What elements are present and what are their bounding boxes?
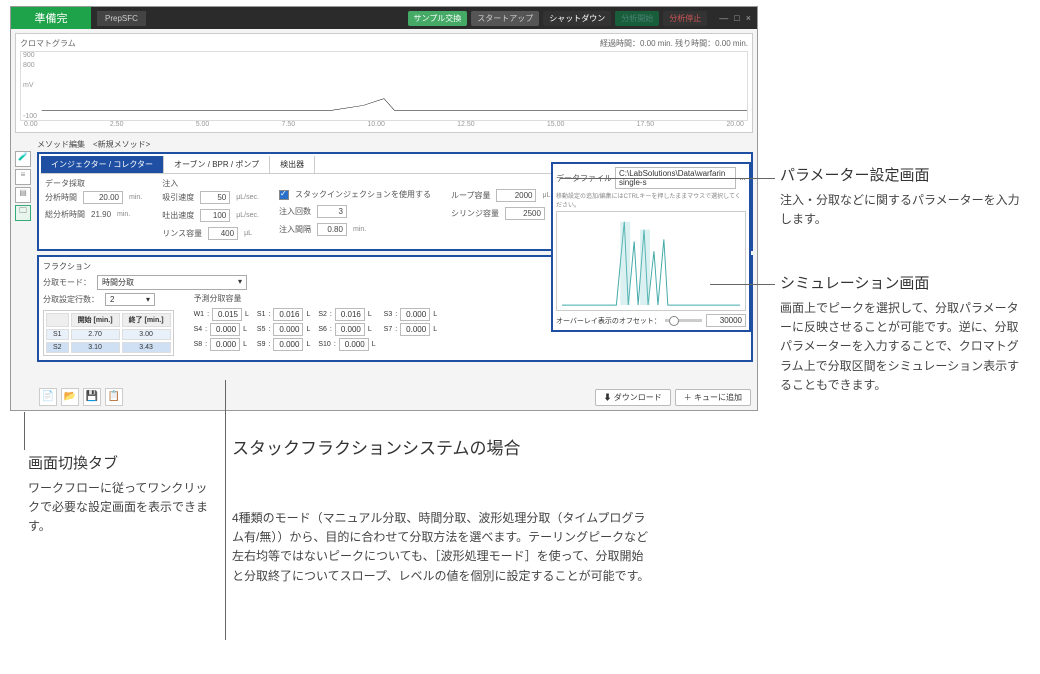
- footer-bar: 📄 📂 💾 📋 ⬇ ダウンロード ＋ キューに追加: [39, 388, 751, 406]
- chromatogram-title: クロマトグラム: [20, 38, 76, 49]
- chromatogram-plot[interactable]: 900 800 mV -100: [20, 51, 748, 121]
- app-window: 準備完 PrepSFC サンプル交換 スタートアップ シャットダウン 分析開始 …: [10, 6, 758, 411]
- open-icon[interactable]: 📂: [61, 388, 79, 406]
- analysis-stop-button[interactable]: 分析停止: [663, 11, 707, 26]
- loop-vol-input[interactable]: 2000: [496, 189, 536, 202]
- annotation-sidetab: 画面切換タブワークフローに従ってワンクリックで必要な設定画面を表示できます。: [28, 452, 208, 537]
- download-button[interactable]: ⬇ ダウンロード: [595, 389, 671, 406]
- tab-oven[interactable]: オーブン / BPR / ポンプ: [164, 156, 270, 173]
- chromatogram-panel: クロマトグラム 経過時間：0.00 min. 残り時間：0.00 min. 90…: [15, 33, 753, 133]
- maximize-icon[interactable]: □: [734, 13, 739, 23]
- syringe-vol-input[interactable]: 2500: [505, 207, 545, 220]
- inject-count-input[interactable]: 3: [317, 205, 347, 218]
- y-unit: mV: [23, 82, 34, 89]
- estimate-grid: W1:0.015L S1:0.016L S2:0.016L S3:0.000L …: [194, 308, 438, 351]
- status-badge: 準備完: [11, 7, 91, 29]
- side-tab-1[interactable]: 🧪: [15, 151, 31, 167]
- minimize-icon[interactable]: —: [719, 13, 728, 23]
- sample-exchange-button[interactable]: サンプル交換: [408, 11, 468, 26]
- side-tabs: 🧪 ≡ ▤ 🖵: [15, 137, 33, 406]
- analysis-start-button[interactable]: 分析開始: [615, 11, 659, 26]
- dispense-speed-input[interactable]: 100: [200, 209, 230, 222]
- new-icon[interactable]: 📄: [39, 388, 57, 406]
- queue-button[interactable]: ＋ キューに追加: [675, 389, 751, 406]
- copy-icon[interactable]: 📋: [105, 388, 123, 406]
- annotation-parameter: パラメーター設定画面注入・分取などに関するパラメーターを入力します。: [780, 164, 1020, 229]
- annotation-stack: スタックフラクションシステムの場合 4種類のモード（マニュアル分取、時間分取、波…: [232, 434, 652, 586]
- simulation-box: データファイルC:\LabSolutions\Data\warfarin sin…: [551, 162, 751, 332]
- side-tab-2[interactable]: ≡: [15, 169, 31, 185]
- x-axis: 0.002.505.007.5010.0012.5015.0017.5020.0…: [20, 121, 748, 128]
- rinse-vol-input[interactable]: 400: [208, 227, 238, 240]
- analysis-time-input[interactable]: 20.00: [83, 191, 123, 204]
- elapsed-time: 経過時間：0.00 min. 残り時間：0.00 min.: [600, 38, 748, 49]
- fraction-mode-select[interactable]: 時間分取▾: [97, 275, 247, 290]
- aspirate-speed-input[interactable]: 50: [200, 191, 230, 204]
- loop-col: ループ容量2000μL シリンジ容量2500μL: [451, 178, 559, 243]
- stack-injection-checkbox[interactable]: [279, 190, 289, 200]
- close-icon[interactable]: ×: [746, 13, 751, 23]
- fraction-rows-select[interactable]: 2▾: [105, 293, 155, 306]
- startup-button[interactable]: スタートアップ: [471, 11, 539, 26]
- save-icon[interactable]: 💾: [83, 388, 101, 406]
- top-buttons: サンプル交換 スタートアップ シャットダウン 分析開始 分析停止: [408, 11, 714, 26]
- workspace-tab[interactable]: PrepSFC: [97, 11, 146, 26]
- data-acq-col: データ採取 分析時間20.00min. 総分析時間21.90min.: [45, 178, 142, 243]
- tab-injector[interactable]: インジェクター / コレクター: [41, 156, 164, 173]
- topbar: 準備完 PrepSFC サンプル交換 スタートアップ シャットダウン 分析開始 …: [11, 7, 757, 29]
- method-header: メソッド編集 <新規メソッド>: [37, 137, 753, 152]
- side-tab-3[interactable]: ▤: [15, 187, 31, 203]
- shutdown-button[interactable]: シャットダウン: [543, 11, 611, 26]
- stack-col: スタックインジェクションを使用する 注入回数3 注入間隔0.80min.: [279, 178, 431, 243]
- simulation-plot[interactable]: [556, 211, 746, 311]
- side-tab-4[interactable]: 🖵: [15, 205, 31, 221]
- tab-detector[interactable]: 検出器: [270, 156, 315, 173]
- offset-slider[interactable]: [665, 319, 702, 322]
- annotation-simulation: シミュレーション画面画面上でピークを選択して、分取パラメーターに反映させることが…: [780, 272, 1020, 395]
- offset-value[interactable]: 30000: [706, 314, 746, 327]
- window-controls: — □ ×: [713, 13, 757, 23]
- fraction-table[interactable]: 開始 [min.]終了 [min.] S12.703.00 S23.103.43: [43, 310, 174, 356]
- inject-col: 注入 吸引速度50μL/sec. 吐出速度100μL/sec. リンス容量400…: [162, 178, 259, 243]
- inject-interval-input[interactable]: 0.80: [317, 223, 347, 236]
